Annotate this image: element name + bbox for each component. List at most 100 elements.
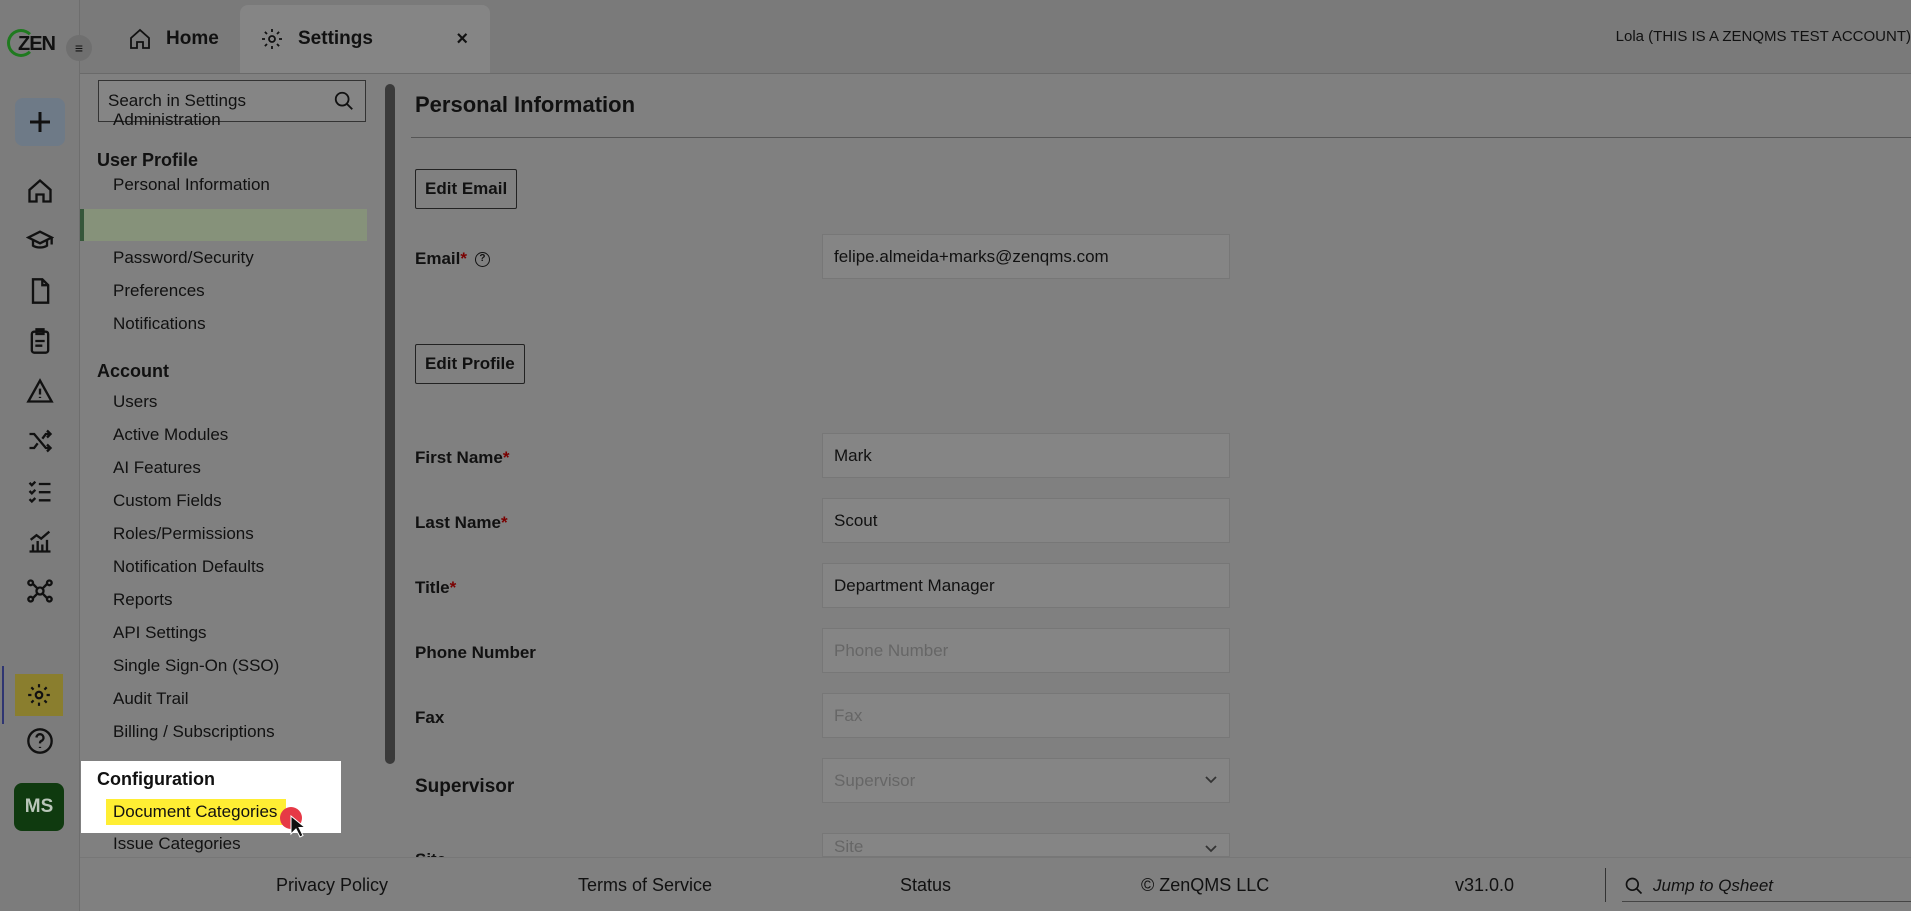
checklists-nav-button[interactable] [22, 474, 58, 508]
sidebar-item-reports[interactable]: Reports [113, 590, 173, 610]
supervisor-placeholder: Supervisor [834, 770, 916, 790]
search-placeholder: Search in Settings [108, 91, 246, 110]
change-control-nav-button[interactable] [22, 424, 58, 458]
qsheet-placeholder: Jump to Qsheet [1653, 875, 1774, 895]
zen-logo[interactable]: ZEN [7, 28, 57, 60]
footer: Privacy Policy Terms of Service Status ©… [80, 857, 1911, 911]
email-label-text: Email [415, 249, 461, 268]
sidebar-item-issue-categories[interactable]: Issue Categories [113, 834, 241, 854]
graduation-cap-icon [26, 230, 54, 249]
home-icon [130, 28, 150, 49]
create-new-button[interactable] [15, 98, 65, 146]
documents-nav-button[interactable] [22, 274, 58, 308]
site-placeholder: Site [834, 837, 864, 856]
sidebar-item-billing-subscriptions[interactable]: Billing / Subscriptions [113, 722, 275, 742]
jump-to-qsheet-input[interactable]: Jump to Qsheet [1622, 870, 1911, 902]
section-header-account: Account [97, 361, 169, 381]
copyright: © ZenQMS LLC [1141, 875, 1270, 895]
last-name-value: Scout [834, 510, 878, 530]
clipboard-icon [30, 328, 50, 354]
training-nav-button[interactable] [22, 224, 58, 258]
edit-email-button[interactable]: Edit Email [415, 169, 518, 209]
help-nav-button[interactable] [22, 724, 58, 758]
site-select[interactable]: Site [822, 833, 1230, 857]
search-icon [334, 91, 353, 110]
sidebar-item-audit-trail[interactable]: Audit Trail [113, 689, 189, 709]
sidebar-item-sso[interactable]: Single Sign-On (SSO) [113, 656, 279, 676]
home-icon [28, 178, 52, 203]
analytics-icon [29, 530, 51, 553]
network-icon [27, 579, 53, 603]
fax-label: Fax [415, 708, 445, 727]
settings-nav-button[interactable] [2, 666, 63, 724]
sidebar-item-active-modules[interactable]: Active Modules [113, 425, 228, 445]
email-label: Email*? [415, 249, 490, 269]
sidebar-item-document-categories[interactable]: Document Categories [106, 799, 287, 825]
email-field[interactable]: felipe.almeida+marks@zenqms.com [822, 234, 1230, 279]
document-icon [31, 278, 50, 304]
required-marker: * [502, 448, 510, 467]
tasks-nav-button[interactable] [22, 324, 58, 358]
first-name-field[interactable]: Mark [822, 433, 1230, 478]
issues-nav-button[interactable] [22, 374, 58, 408]
left-rail: ZEN MS [0, 0, 80, 911]
sidebar-scrollbar-thumb[interactable] [385, 84, 395, 764]
section-header-user-profile: User Profile [97, 150, 199, 170]
privacy-policy-link[interactable]: Privacy Policy [276, 875, 388, 896]
active-item-indicator [80, 209, 367, 241]
search-icon [1625, 877, 1643, 894]
help-icon[interactable]: ? [474, 252, 490, 268]
account-name[interactable]: Lola (THIS IS A ZENQMS TEST ACCOUNT) [1616, 28, 1911, 45]
warning-icon [26, 378, 54, 403]
hamburger-menu-icon[interactable]: ≡ [66, 35, 92, 61]
mouse-cursor-icon [290, 815, 306, 838]
tab-settings-label: Settings [298, 28, 373, 49]
sidebar-item-password-security[interactable]: Password/Security [113, 248, 254, 268]
chevron-down-icon [1205, 776, 1217, 784]
sidebar-item-notifications[interactable]: Notifications [113, 314, 206, 334]
phone-number-field[interactable]: Phone Number [822, 628, 1230, 673]
page-title: Personal Information [415, 92, 636, 117]
required-marker: * [449, 578, 457, 597]
help-icon [27, 728, 53, 754]
tab-settings[interactable]: Settings × [240, 5, 490, 73]
last-name-label: Last Name* [415, 513, 508, 533]
close-tab-icon[interactable]: × [456, 28, 468, 51]
gear-icon [28, 684, 50, 706]
title-field[interactable]: Department Manager [822, 563, 1230, 608]
email-value: felipe.almeida+marks@zenqms.com [834, 246, 1109, 266]
terms-of-service-link[interactable]: Terms of Service [578, 875, 712, 896]
analytics-nav-button[interactable] [22, 524, 58, 558]
sidebar-item-personal-information[interactable]: Personal Information [113, 175, 270, 195]
supervisor-select[interactable]: Supervisor [822, 758, 1230, 803]
title-divider [411, 137, 1911, 138]
sidebar-item-administration[interactable]: Administration [113, 110, 221, 130]
sidebar-item-notification-defaults[interactable]: Notification Defaults [113, 557, 264, 577]
version: v31.0.0 [1455, 875, 1515, 895]
chevron-down-icon [1205, 845, 1217, 853]
fax-placeholder: Fax [834, 705, 863, 725]
fax-field[interactable]: Fax [822, 693, 1230, 738]
sidebar-item-ai-features[interactable]: AI Features [113, 458, 201, 478]
settings-sidebar: Search in Settings Administration User P… [80, 74, 380, 857]
last-name-field[interactable]: Scout [822, 498, 1230, 543]
edit-profile-button[interactable]: Edit Profile [415, 344, 525, 384]
tab-home[interactable]: Home [128, 5, 219, 73]
sidebar-item-users[interactable]: Users [113, 392, 157, 412]
integrations-nav-button[interactable] [22, 574, 58, 608]
section-header-configuration: Configuration [97, 769, 215, 789]
site-label: Site [415, 850, 446, 857]
tab-home-label: Home [166, 28, 219, 49]
home-nav-button[interactable] [22, 174, 58, 208]
user-avatar[interactable]: MS [14, 783, 64, 831]
shuffle-icon [29, 429, 53, 453]
sidebar-item-custom-fields[interactable]: Custom Fields [113, 491, 222, 511]
required-marker: * [500, 513, 508, 532]
last-name-label-text: Last Name [415, 513, 501, 532]
sidebar-item-preferences[interactable]: Preferences [113, 281, 205, 301]
sidebar-item-roles-permissions[interactable]: Roles/Permissions [113, 524, 254, 544]
status-link[interactable]: Status [900, 875, 951, 896]
title-label: Title* [415, 578, 456, 598]
required-marker: * [460, 249, 467, 268]
sidebar-item-api-settings[interactable]: API Settings [113, 623, 207, 643]
